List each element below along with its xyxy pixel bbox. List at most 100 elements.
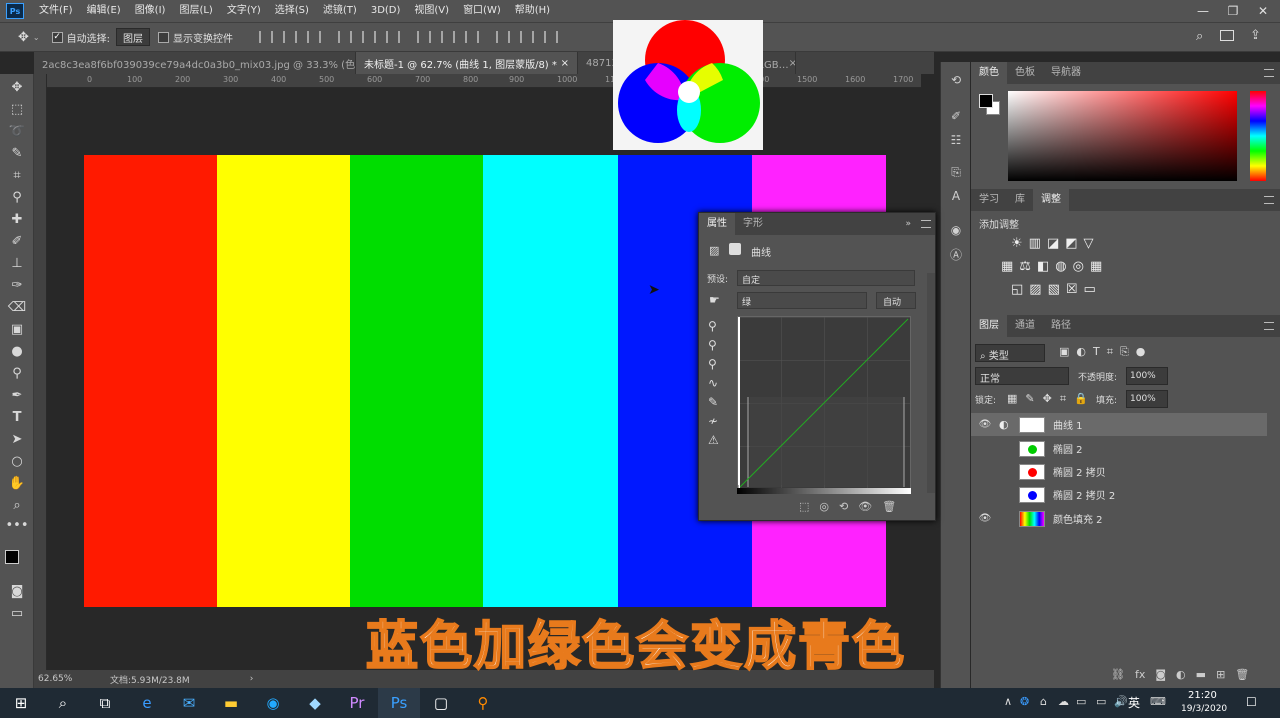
distribute-middle-icon[interactable] [440,31,455,43]
layer-name[interactable]: 椭圆 2 [1053,441,1083,456]
status-arrow-icon[interactable]: › [250,674,254,684]
threshold-icon[interactable]: ▧ [1048,282,1060,297]
color-lookup-icon[interactable]: ▦ [1090,259,1102,274]
preset-dropdown[interactable]: 自定 [737,270,915,286]
curves-graph[interactable] [737,316,911,490]
layer-thumbnail[interactable] [1019,486,1045,503]
file-explorer-icon[interactable]: ▬ [210,688,252,718]
black-point-eyedropper-icon[interactable]: ⚲ [708,319,719,333]
ellipse-tool-icon[interactable]: ○ [7,452,27,470]
delete-adjustment-icon[interactable]: 🗑 [882,500,896,513]
blur-tool-icon[interactable]: ● [7,342,27,360]
menu-image[interactable]: 图像(I) [128,0,173,22]
menu-window[interactable]: 窗口(W) [456,0,508,22]
filter-pixel-icon[interactable]: ▣ [1059,345,1069,359]
layer-name[interactable]: 曲线 1 [1053,417,1083,432]
eye-icon[interactable]: 👁 [977,442,993,456]
close-icon[interactable]: ✕ [1248,0,1278,22]
clock-time[interactable]: 21:20 [1188,690,1217,701]
distribute-center-icon[interactable] [519,31,534,43]
curves-icon[interactable]: ◪ [1047,236,1059,251]
collapse-icon[interactable]: » [905,219,911,229]
foreground-color-swatch[interactable] [5,550,19,564]
tab-color[interactable]: 颜色 [971,62,1007,84]
hue-saturation-icon[interactable]: ▦ [1001,259,1013,274]
lock-all-icon[interactable]: 🔒 [1074,392,1088,406]
lock-artboard-icon[interactable]: ⌗ [1060,392,1066,406]
history-icon[interactable]: ⟲ [947,72,965,88]
notification-icon[interactable]: ☐ [1246,695,1257,709]
levels-icon[interactable]: ▥ [1029,236,1041,251]
vibrance-icon[interactable]: ▽ [1084,236,1094,251]
add-mask-icon[interactable]: ◙ [1155,668,1166,681]
move-tool-icon[interactable]: ✥ [7,78,27,96]
smooth-icon[interactable]: ≁ [708,414,719,428]
clone-stamp-icon[interactable]: ⊥ [7,254,27,272]
photo-filter-icon[interactable]: ◍ [1055,259,1066,274]
fx-icon[interactable]: fx [1135,668,1145,681]
more-tools-icon[interactable]: ••• [6,516,29,534]
menu-type[interactable]: 文字(Y) [220,0,268,22]
mail-icon[interactable]: ✉ [168,688,210,718]
curve-point-icon[interactable]: ∿ [708,376,719,390]
tab-channels[interactable]: 通道 [1007,315,1043,337]
posterize-icon[interactable]: ▨ [1029,282,1041,297]
paragraph-icon[interactable]: Ⓐ [947,246,965,262]
panel-menu-icon[interactable] [1264,196,1274,204]
healing-brush-icon[interactable]: ✚ [7,210,27,228]
menu-help[interactable]: 帮助(H) [508,0,557,22]
target-adjust-icon[interactable]: ☛ [709,293,720,307]
windows-start-icon[interactable]: ⊞ [0,688,42,718]
pen-tool-icon[interactable]: ✒ [7,386,27,404]
tab-navigator[interactable]: 导航器 [1043,62,1089,84]
clipping-warning-icon[interactable]: ⚠ [708,433,719,447]
minimize-icon[interactable]: — [1188,0,1218,22]
eyedropper-tool-icon[interactable]: ⚲ [7,188,27,206]
menu-filter[interactable]: 滤镜(T) [316,0,364,22]
tab-learn[interactable]: 学习 [971,189,1007,211]
ime-indicator[interactable]: 英 [1128,694,1140,711]
gray-point-eyedropper-icon[interactable]: ⚲ [708,338,719,352]
tab-close-icon[interactable]: × [789,58,795,69]
eye-icon[interactable]: 👁 [977,418,993,432]
tab-glyphs[interactable]: 字形 [735,213,771,235]
invert-icon[interactable]: ◱ [1011,282,1023,297]
workspace-icon[interactable] [1220,30,1234,41]
crop-tool-icon[interactable]: ⌗ [7,166,27,184]
menu-edit[interactable]: 编辑(E) [80,0,128,22]
panel-menu-icon[interactable] [1264,69,1274,77]
layer-filter-dropdown[interactable]: ⌕ 类型 [975,344,1045,362]
color-field[interactable] [1008,91,1237,181]
view-previous-icon[interactable]: ◎ [819,500,829,513]
color-balance-icon[interactable]: ⚖ [1019,259,1031,274]
filter-shape-icon[interactable]: ⌗ [1107,345,1113,359]
menu-layer[interactable]: 图层(L) [172,0,219,22]
tray-app-icon[interactable]: ❂ [1020,695,1029,708]
tab-properties[interactable]: 属性 [699,213,735,235]
visibility-icon[interactable]: 👁 [858,500,872,513]
tab-libraries[interactable]: 库 [1007,189,1033,211]
lock-image-icon[interactable]: ✎ [1025,392,1034,406]
tab-layers[interactable]: 图层 [971,315,1007,337]
hand-tool-icon[interactable]: ✋ [7,474,27,492]
layer-row-ellipse-2-copy[interactable]: 👁 椭圆 2 拷贝 [971,460,1267,483]
panel-menu-icon[interactable] [1264,322,1274,330]
store-icon[interactable]: ▢ [420,688,462,718]
premiere-icon[interactable]: Pr [336,688,378,718]
distribute-top-icon[interactable] [416,31,431,43]
brush-settings-icon[interactable]: ✐ [947,108,965,124]
clip-to-layer-icon[interactable]: ⬚ [799,500,809,513]
tray-chevron-icon[interactable]: ∧ [1004,695,1012,708]
filter-adjustment-icon[interactable]: ◐ [1076,345,1086,359]
align-bottom-icon[interactable] [385,31,400,43]
new-group-icon[interactable]: ▬ [1196,668,1206,681]
task-view-icon[interactable]: ⧉ [84,688,126,718]
move-tool-icon[interactable]: ✥ [18,30,29,45]
foreground-swatch[interactable] [979,94,993,108]
layer-row-curves-1[interactable]: 👁 ◐ 曲线 1 [971,413,1267,436]
new-adjustment-icon[interactable]: ◐ [1176,668,1186,681]
chevron-down-icon[interactable]: ⌄ [33,33,40,42]
tray-battery-icon[interactable]: ▭ [1076,695,1086,708]
layer-thumbnail[interactable] [1019,510,1045,527]
tray-keyboard-icon[interactable]: ⌨ [1150,695,1166,708]
